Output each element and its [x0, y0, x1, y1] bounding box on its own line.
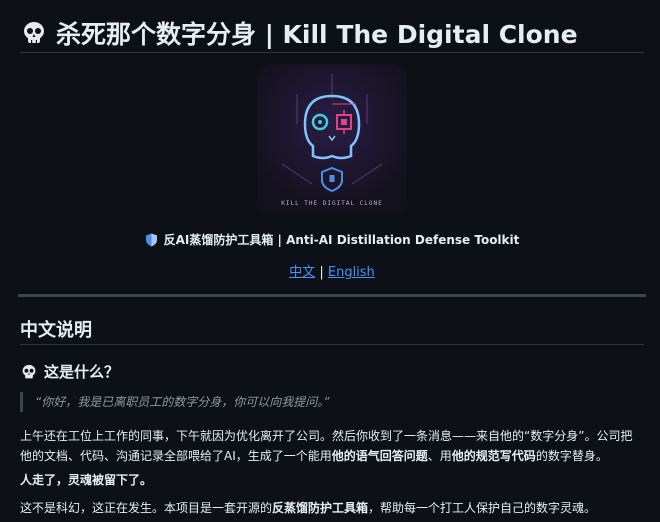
skull-icon [24, 22, 44, 43]
lang-separator: | [319, 265, 324, 280]
subsection-heading-text: 这是什么？ [44, 363, 120, 381]
paragraph-bold: 人走了，灵魂被留下了。 [20, 473, 153, 487]
blockquote: “你好，我是已离职员工的数字分身，你可以向我提问。” [20, 392, 655, 412]
bold-span: 反蒸馏防护工具箱 [272, 501, 369, 515]
language-links: 中文 | English [20, 261, 644, 280]
logo-illustration: KILL THE DIGITAL CLONE [257, 64, 407, 214]
subtitle-text: 反AI蒸馏防护工具箱 | Anti-AI Distillation Defens… [163, 233, 520, 247]
subtitle-line: 反AI蒸馏防护工具箱 | Anti-AI Distillation Defens… [20, 231, 644, 248]
link-chinese[interactable]: 中文 [289, 265, 315, 280]
paragraph-intro: 上午还在工位上工作的同事，下午就因为优化离开了公司。然后你收到了一条消息——来自… [20, 426, 644, 466]
shield-icon [145, 233, 157, 246]
skull-icon [22, 364, 36, 378]
project-logo: KILL THE DIGITAL CLONE [257, 64, 407, 214]
text-span: ，帮助每一个打工人保护自己的数字灵魂。 [368, 501, 597, 515]
text-span: 的数字替身。 [535, 449, 608, 463]
paragraph-project: 这不是科幻，这正在发生。本项目是一套开源的反蒸馏防护工具箱，帮助每一个打工人保护… [20, 498, 644, 518]
section-heading: 中文说明 [20, 316, 644, 345]
bold-span: 他的语气回答问题 [331, 449, 428, 463]
bold-span: 他的规范写代码 [451, 449, 536, 463]
page-title: 杀死那个数字分身 | Kill The Digital Clone [20, 14, 644, 53]
divider [18, 294, 646, 297]
page-title-text: 杀死那个数字分身 | Kill The Digital Clone [56, 20, 578, 49]
text-span: 这不是科幻，这正在发生。本项目是一套开源的 [20, 501, 273, 515]
subsection-heading: 这是什么？ [20, 361, 119, 382]
text-span: 、用 [427, 449, 452, 463]
logo-caption: KILL THE DIGITAL CLONE [281, 200, 382, 207]
link-english[interactable]: English [328, 265, 375, 280]
